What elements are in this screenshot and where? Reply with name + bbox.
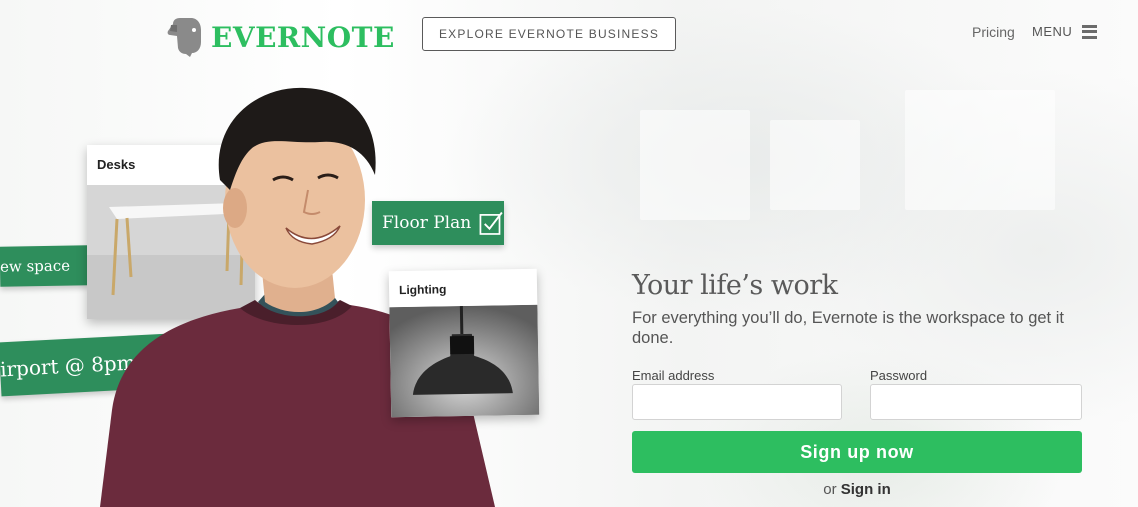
password-label: Password xyxy=(870,368,928,383)
new-space-tag-label: ew space xyxy=(0,256,71,276)
lighting-card: Lighting xyxy=(388,268,540,418)
menu-button[interactable]: MENU xyxy=(1032,24,1098,39)
checkbox-checked-icon xyxy=(479,211,503,235)
sign-in-prefix: or xyxy=(823,481,837,498)
hamburger-icon xyxy=(1082,24,1098,39)
background-window xyxy=(770,120,860,210)
menu-label: MENU xyxy=(1032,24,1073,39)
elephant-logo-icon xyxy=(167,18,201,57)
sign-in-line: or Sign in xyxy=(632,481,1082,498)
lamp-image xyxy=(389,304,540,418)
logo-text: EVERNOTE xyxy=(211,20,395,54)
headline: Your life’s work xyxy=(632,270,838,301)
new-space-tag: ew space xyxy=(0,245,89,287)
subhead: For everything you’ll do, Evernote is th… xyxy=(632,309,1064,347)
email-field[interactable] xyxy=(632,384,842,420)
pricing-link[interactable]: Pricing xyxy=(972,24,1015,40)
password-field[interactable] xyxy=(870,384,1082,420)
evernote-logo[interactable]: EVERNOTE xyxy=(167,16,395,58)
background-window xyxy=(640,110,750,220)
floor-plan-tag: Floor Plan xyxy=(372,201,504,245)
background-window xyxy=(905,90,1055,210)
floor-plan-tag-label: Floor Plan xyxy=(382,213,472,233)
email-label: Email address xyxy=(632,368,715,383)
sign-up-button[interactable]: Sign up now xyxy=(632,431,1082,473)
lighting-card-label: Lighting xyxy=(398,282,447,298)
sign-in-link[interactable]: Sign in xyxy=(841,481,891,498)
explore-business-button[interactable]: EXPLORE EVERNOTE BUSINESS xyxy=(422,17,676,51)
